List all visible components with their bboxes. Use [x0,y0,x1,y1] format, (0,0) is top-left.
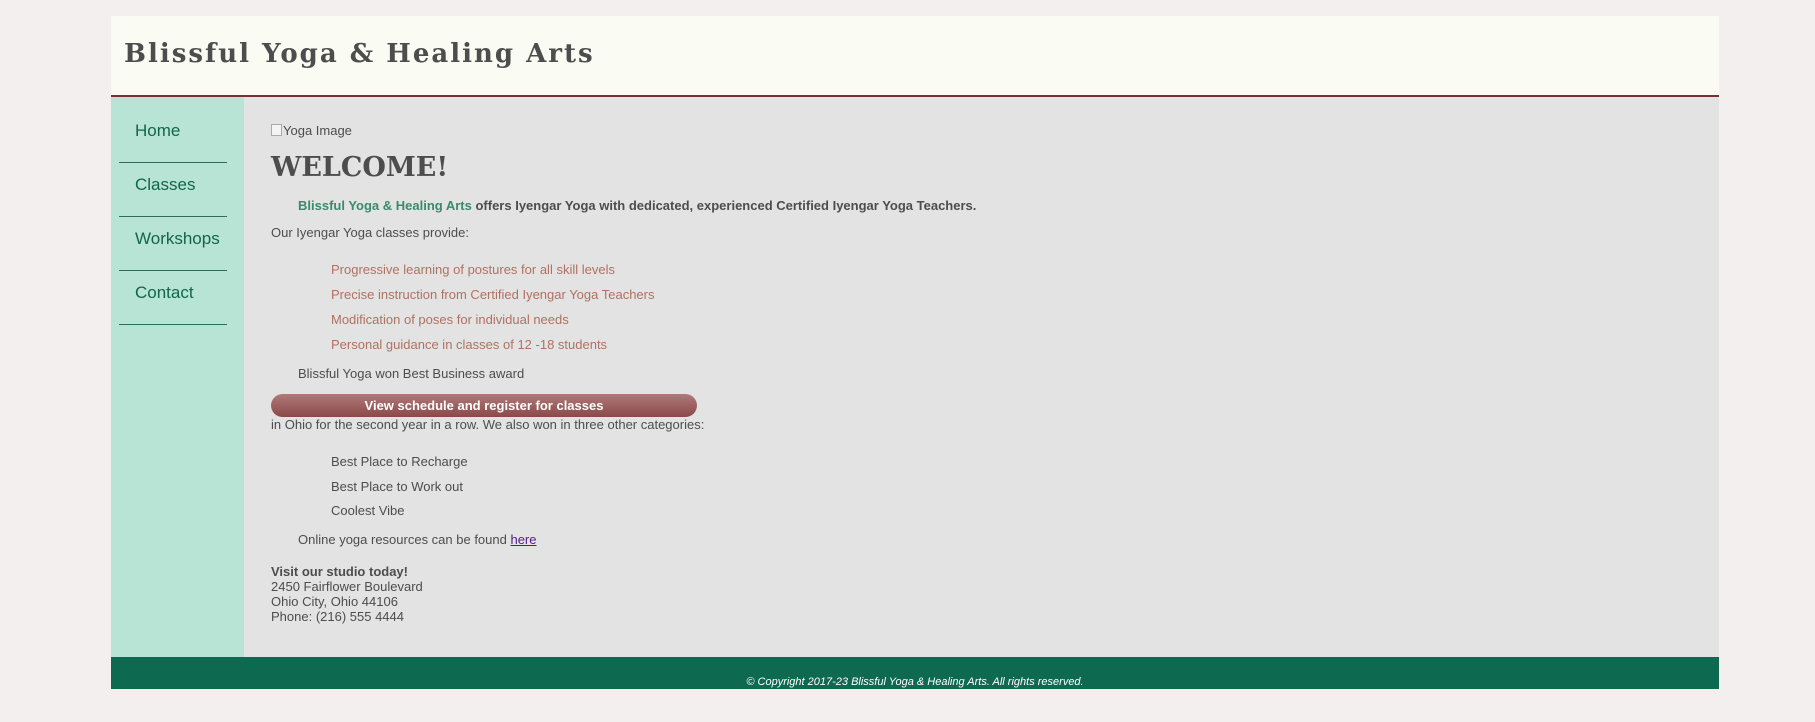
yoga-image: Yoga Image [271,122,1693,138]
award-continuation-text: in Ohio for the second year in a row. We… [271,417,705,433]
copyright-text: © Copyright 2017-23 Blissful Yoga & Heal… [746,676,1084,688]
classes-provide-text: Our Iyengar Yoga classes provide: [271,225,470,241]
award-category-item: Best Place to Work out [331,478,463,494]
nav-item-home: Home [119,110,227,163]
broken-image-icon [271,124,282,136]
benefit-item: Modification of poses for individual nee… [331,312,569,328]
welcome-heading: WELCOME! [271,152,449,183]
benefit-item: Progressive learning of postures for all… [331,262,615,278]
view-schedule-button[interactable]: View schedule and register for classes [271,394,697,418]
address-line-2: Ohio City, Ohio 44106 [271,593,398,609]
award-category-item: Coolest Vibe [331,503,405,519]
main-content: Yoga Image WELCOME! Blissful Yoga & Heal… [244,97,1719,657]
award-category-item: Best Place to Recharge [331,454,468,470]
nav-link-classes[interactable]: Classes [135,175,195,194]
site-footer: © Copyright 2017-23 Blissful Yoga & Heal… [111,657,1719,689]
intro-text: offers Iyengar Yoga with dedicated, expe… [471,198,977,214]
benefit-item: Personal guidance in classes of 12 -18 s… [331,337,608,353]
resources-paragraph: Online yoga resources can be found here [298,532,1693,547]
resources-text: Online yoga resources can be found [298,531,511,547]
intro-brand-name: Blissful Yoga & Healing Arts [298,198,472,214]
yoga-image-alt-text: Yoga Image [283,122,352,138]
nav-item-classes: Classes [119,164,227,217]
visit-studio-block: Visit our studio today! 2450 Fairflower … [271,564,1693,624]
benefit-item: Precise instruction from Certified Iyeng… [331,287,655,303]
nav-link-home[interactable]: Home [135,121,180,140]
sidebar-nav: Home Classes Workshops Contact [111,97,244,657]
address-line-1: 2450 Fairflower Boulevard [271,578,423,594]
resources-link[interactable]: here [510,532,536,547]
phone-number: Phone: (216) 555 4444 [271,608,404,624]
nav-link-contact[interactable]: Contact [135,283,194,302]
award-categories-list: Best Place to Recharge Best Place to Wor… [271,455,1693,529]
benefits-list: Progressive learning of postures for all… [271,263,1693,363]
nav-item-contact: Contact [119,272,227,325]
visit-heading: Visit our studio today! [271,563,408,579]
page-container: Blissful Yoga & Healing Arts Home Classe… [111,16,1719,689]
site-title: Blissful Yoga & Healing Arts [124,39,595,69]
award-text: Blissful Yoga won Best Business award [298,366,525,382]
nav-item-workshops: Workshops [119,218,227,271]
intro-paragraph: Blissful Yoga & Healing Arts offers Iyen… [298,198,1693,213]
site-header: Blissful Yoga & Healing Arts [111,16,1719,97]
nav-list: Home Classes Workshops Contact [111,110,244,325]
content-layout: Home Classes Workshops Contact Yoga Imag… [111,97,1719,657]
nav-link-workshops[interactable]: Workshops [135,229,220,248]
